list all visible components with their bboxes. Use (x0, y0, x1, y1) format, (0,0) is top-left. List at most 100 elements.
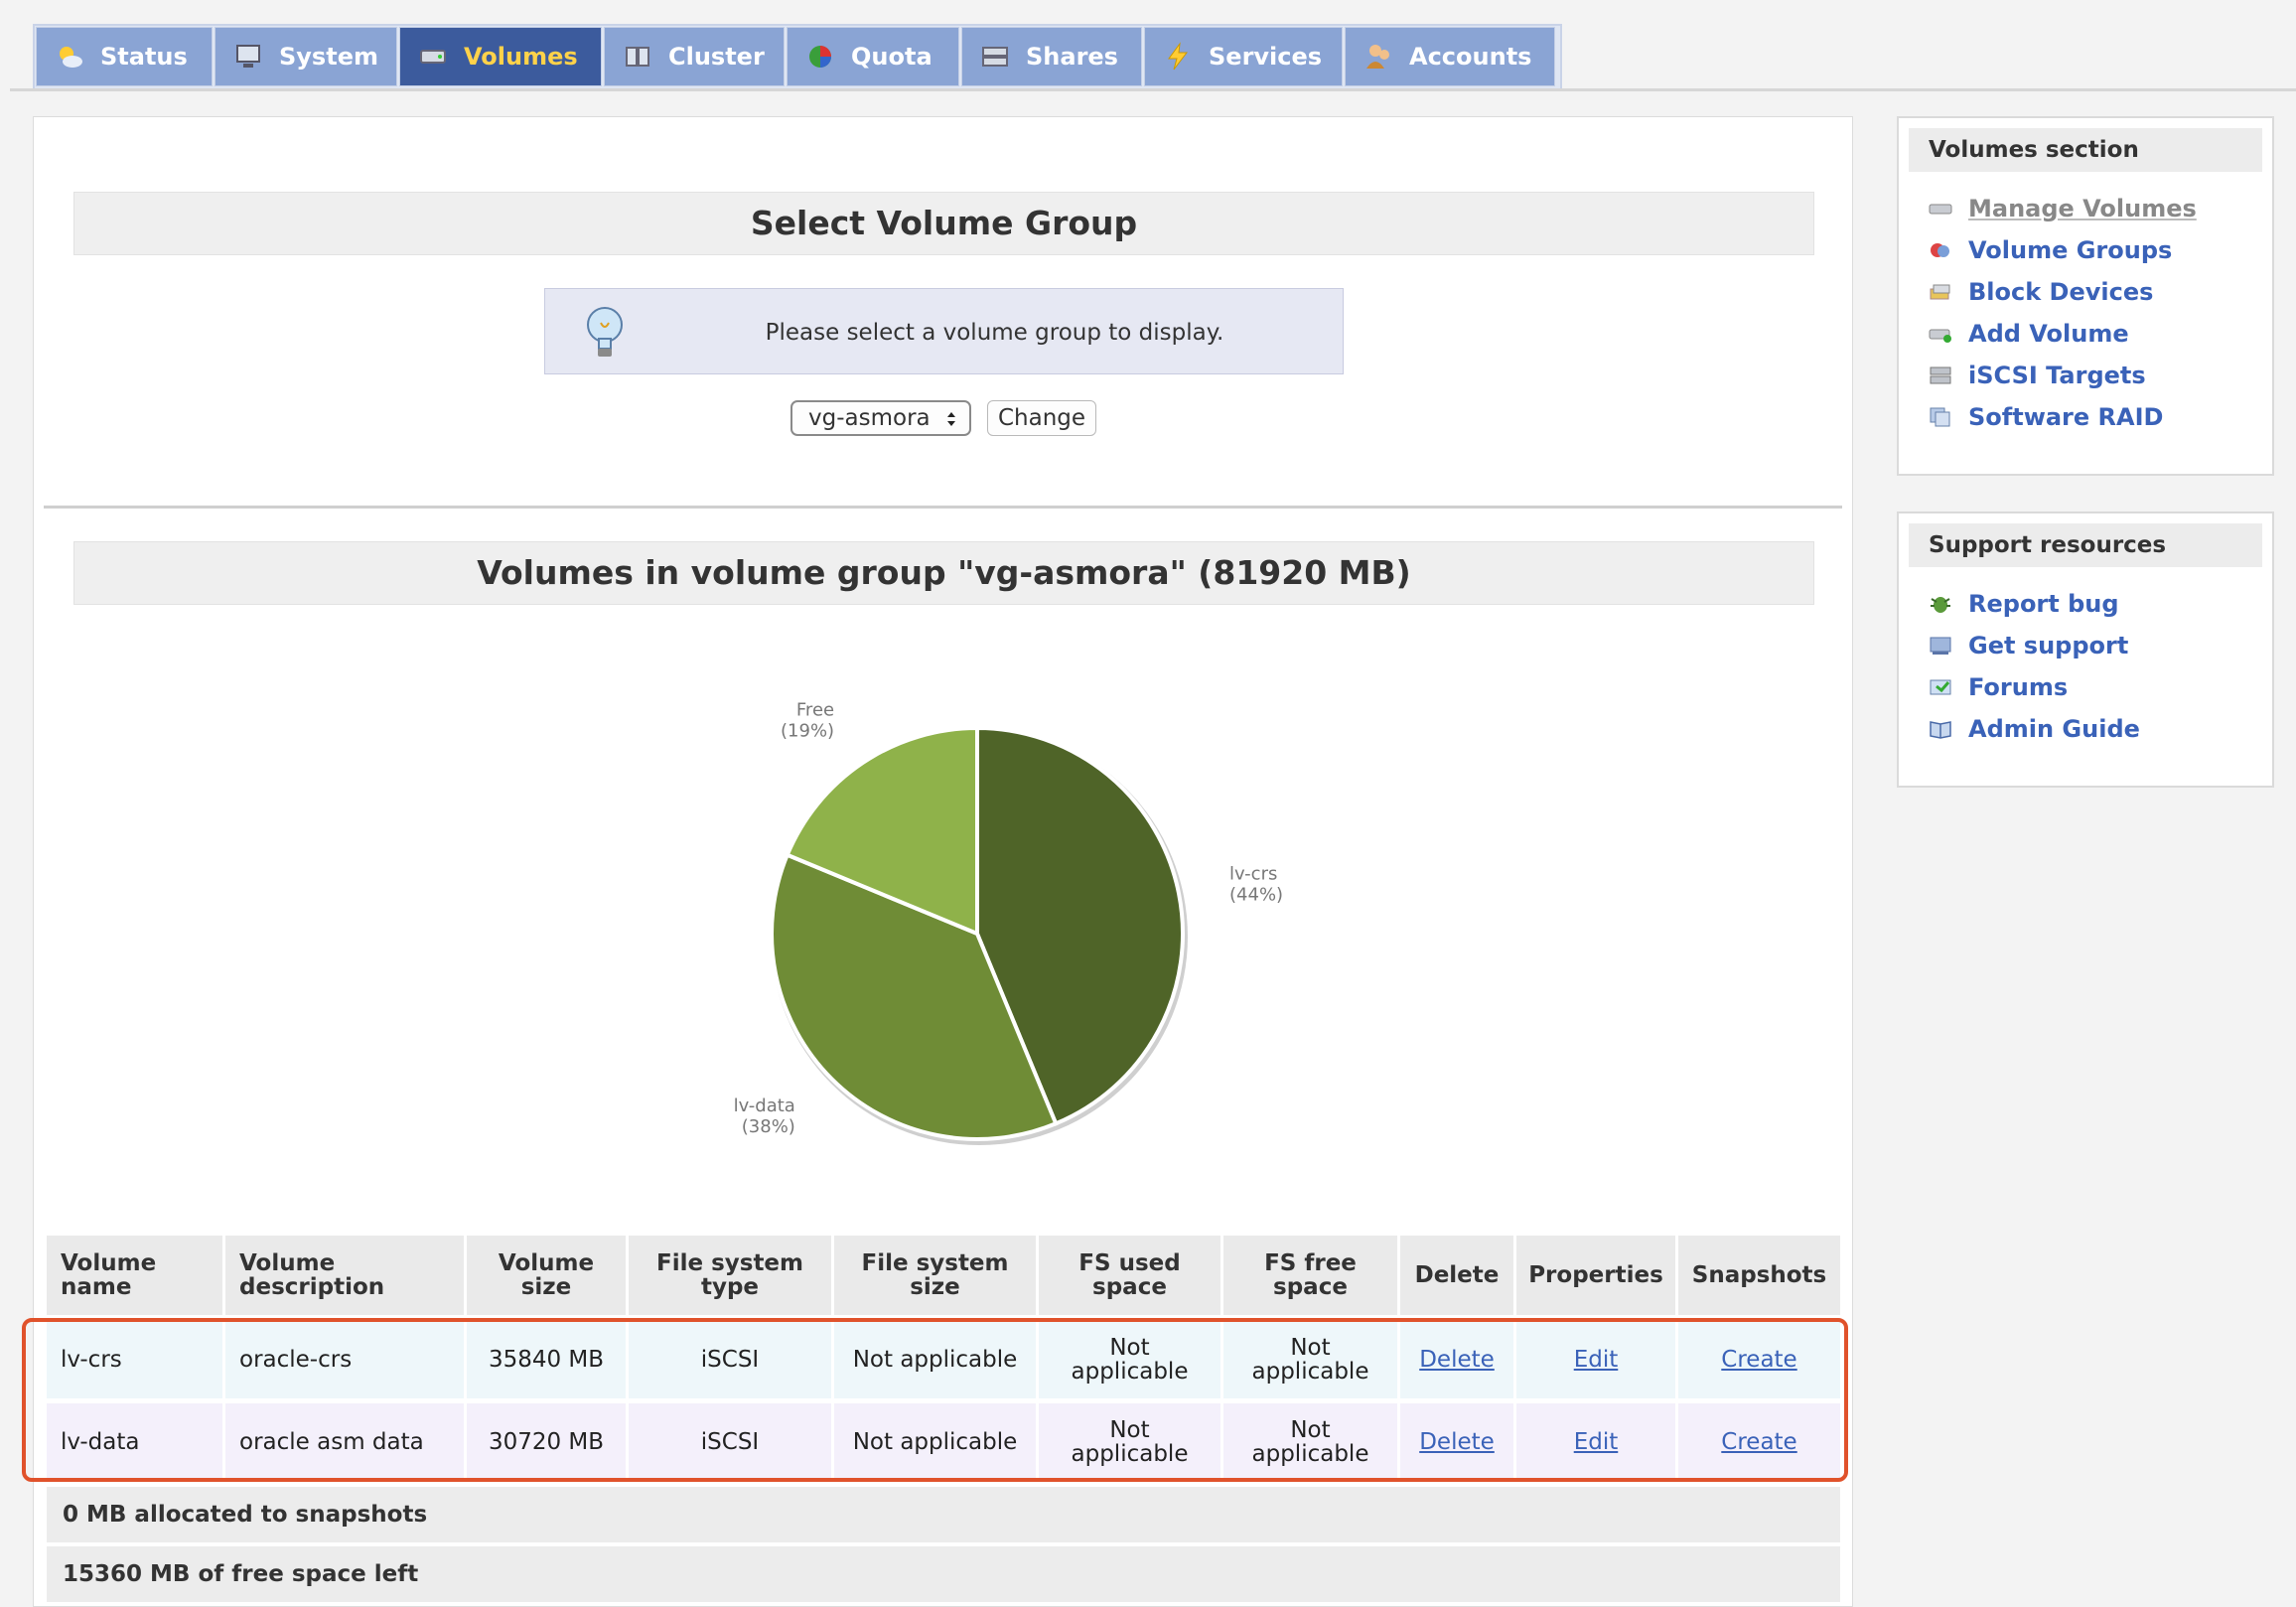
sidebar-item-label: Block Devices (1968, 278, 2154, 306)
tab-status[interactable]: Status (36, 27, 213, 86)
drive-icon (1929, 204, 1952, 215)
delete-link[interactable]: Delete (1419, 1430, 1495, 1454)
cell-fs-used-space: Not applicable (1039, 1321, 1220, 1398)
select-volume-group-heading: Select Volume Group (73, 192, 1814, 255)
iscsi-targets-icon (1930, 366, 1951, 384)
tab-label: Status (100, 43, 188, 71)
sidebar-item-forums[interactable]: Forums (1929, 669, 2068, 705)
sidebar-item-label: Forums (1968, 673, 2069, 701)
sidebar-item-volume-groups[interactable]: Volume Groups (1929, 232, 2172, 268)
volumes-icon (420, 50, 446, 64)
tab-cluster[interactable]: Cluster (604, 27, 785, 86)
header-file-system-type: File system type (629, 1236, 831, 1315)
cell-file-system-size: Not applicable (834, 1321, 1036, 1398)
accounts-icon (1366, 45, 1389, 69)
cell-properties: Edit (1516, 1403, 1675, 1481)
create-snapshot-link[interactable]: Create (1721, 1348, 1796, 1372)
cell-volume-size: 30720 MB (467, 1403, 626, 1481)
header-snapshots: Snapshots (1678, 1236, 1840, 1315)
tab-services[interactable]: Services (1144, 27, 1343, 86)
volume-group-select[interactable]: vg-asmora (790, 400, 971, 436)
quota-icon (809, 46, 831, 68)
pie-label: Free (796, 700, 834, 721)
cell-fs-free-space: Not applicable (1223, 1321, 1397, 1398)
pie-percent-label: (44%) (1229, 884, 1283, 905)
sidebar-item-add-volume[interactable]: Add Volume (1929, 316, 2129, 352)
tab-system[interactable]: System (215, 27, 397, 86)
cell-properties: Edit (1516, 1321, 1675, 1398)
pie-label: lv-crs (1229, 863, 1277, 884)
tab-label: Accounts (1409, 43, 1532, 71)
tab-label: Services (1209, 43, 1323, 71)
sidebar-item-label: Software RAID (1968, 403, 2164, 431)
cell-file-system-size: Not applicable (834, 1403, 1036, 1481)
cell-snapshots: Create (1678, 1321, 1840, 1398)
sidebar-item-get-support[interactable]: Get support (1929, 628, 2128, 663)
book-icon (1930, 721, 1951, 739)
sidebar-item-label: Admin Guide (1968, 715, 2140, 743)
header-fs-used-space: FS used space (1039, 1236, 1220, 1315)
support-resources-box: Support resources Report bug Get support… (1897, 511, 2274, 788)
status-icon (60, 47, 82, 68)
sidebar-item-label: Manage Volumes (1968, 195, 2197, 222)
cell-volume-description: oracle asm data (225, 1403, 464, 1481)
tab-quota[interactable]: Quota (787, 27, 959, 86)
top-navigation: Status System Volumes Cluster Quota Shar… (0, 0, 2296, 91)
tab-label: System (279, 43, 378, 71)
header-volume-size: Volume size (467, 1236, 626, 1315)
pie-percent-label: (38%) (742, 1116, 795, 1137)
software-raid-icon (1930, 407, 1950, 427)
header-file-system-size: File system size (834, 1236, 1036, 1315)
snapshots-summary: 0 MB allocated to snapshots (47, 1487, 1840, 1542)
cluster-icon (626, 47, 649, 67)
forums-icon (1930, 679, 1951, 695)
cell-fs-free-space: Not applicable (1223, 1403, 1397, 1481)
sidebar-item-admin-guide[interactable]: Admin Guide (1929, 711, 2140, 747)
sidebar-item-manage-volumes[interactable]: Manage Volumes (1929, 191, 2197, 226)
delete-link[interactable]: Delete (1419, 1348, 1495, 1372)
cell-delete: Delete (1400, 1321, 1513, 1398)
change-button[interactable]: Change (987, 400, 1096, 436)
block-devices-icon (1930, 284, 1950, 300)
header-fs-free-space: FS free space (1223, 1236, 1397, 1315)
sidebar-item-label: iSCSI Targets (1968, 362, 2146, 389)
free-space-summary: 15360 MB of free space left (47, 1546, 1840, 1602)
edit-link[interactable]: Edit (1574, 1348, 1619, 1372)
header-volume-description: Volume description (225, 1236, 464, 1315)
cell-fs-used-space: Not applicable (1039, 1403, 1220, 1481)
lightbulb-icon (587, 307, 623, 357)
info-box: Please select a volume group to display. (544, 288, 1344, 374)
support-icon (1930, 637, 1951, 655)
volumes-section-box: Volumes section Manage Volumes Volume Gr… (1897, 116, 2274, 476)
sidebar-item-software-raid[interactable]: Software RAID (1929, 399, 2163, 435)
header-volume-name: Volume name (47, 1236, 222, 1315)
sidebar-item-iscsi-targets[interactable]: iSCSI Targets (1929, 358, 2146, 393)
services-icon (1168, 42, 1189, 71)
add-volume-icon (1929, 329, 1951, 343)
tab-label: Cluster (668, 43, 765, 71)
shares-icon (982, 47, 1008, 67)
sidebar-item-report-bug[interactable]: Report bug (1929, 586, 2119, 622)
volumes-section-title: Volumes section (1909, 128, 2262, 172)
system-icon (236, 45, 260, 68)
cell-snapshots: Create (1678, 1403, 1840, 1481)
sidebar-item-label: Get support (1968, 632, 2129, 659)
bug-icon (1931, 597, 1950, 613)
volume-groups-icon (1931, 243, 1949, 257)
cell-volume-name: lv-data (47, 1403, 222, 1481)
tab-volumes[interactable]: Volumes (399, 27, 602, 86)
create-snapshot-link[interactable]: Create (1721, 1430, 1796, 1454)
select-arrows-icon (947, 412, 955, 426)
tab-label: Quota (851, 43, 933, 71)
pie-label: lv-data (734, 1096, 795, 1116)
tab-accounts[interactable]: Accounts (1345, 27, 1555, 86)
volume-group-select-value: vg-asmora (808, 405, 931, 431)
cell-volume-description: oracle-crs (225, 1321, 464, 1398)
volumes-heading: Volumes in volume group "vg-asmora" (819… (73, 541, 1814, 605)
tab-label: Shares (1026, 43, 1118, 71)
tab-shares[interactable]: Shares (961, 27, 1142, 86)
sidebar-item-label: Report bug (1968, 590, 2119, 618)
cell-volume-name: lv-crs (47, 1321, 222, 1398)
sidebar-item-block-devices[interactable]: Block Devices (1929, 274, 2153, 310)
edit-link[interactable]: Edit (1574, 1430, 1619, 1454)
